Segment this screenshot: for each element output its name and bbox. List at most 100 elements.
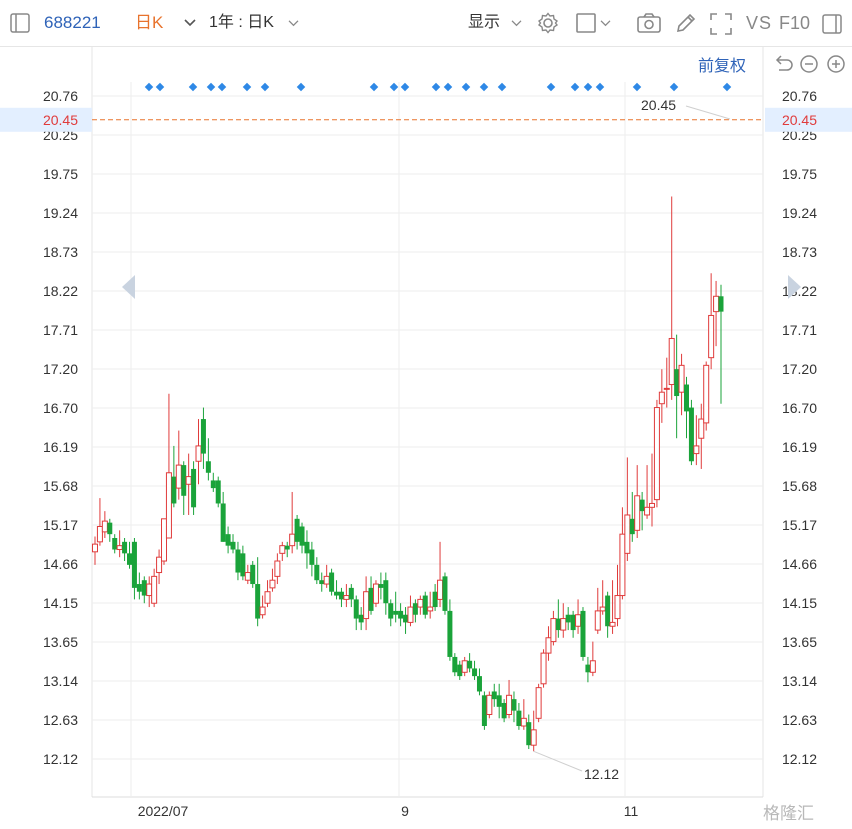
candle-body-down xyxy=(457,664,463,677)
candle-body-down xyxy=(393,610,399,615)
candle-body-down xyxy=(141,580,147,596)
y-tick-label-right: 16.70 xyxy=(782,400,817,416)
candle-body-up xyxy=(599,606,606,612)
candle-body-up xyxy=(101,520,108,533)
candle-body-up xyxy=(165,472,172,539)
candle-body-up xyxy=(589,660,596,673)
candle-body-down xyxy=(131,541,137,588)
y-tick-label-left: 18.22 xyxy=(43,283,78,299)
candle-body-down xyxy=(334,591,340,596)
scroll-right-arrow-icon[interactable] xyxy=(788,275,801,299)
event-marker-icon xyxy=(443,82,453,92)
candle-body-down xyxy=(526,722,532,746)
candle-body-up xyxy=(151,575,158,604)
candle-body-up xyxy=(653,407,660,501)
event-marker-icon xyxy=(431,82,441,92)
candle-body-down xyxy=(629,518,635,535)
candle-body-up xyxy=(619,533,626,597)
candle-body-down xyxy=(220,503,226,542)
candle-body-up xyxy=(461,660,468,673)
candle-body-up xyxy=(146,583,153,597)
candle-body-down xyxy=(565,614,571,623)
candle-body-up xyxy=(708,314,715,359)
candle-body-down xyxy=(171,476,177,504)
y-tick-label-left: 19.24 xyxy=(43,205,78,221)
y-tick-label-left: 13.14 xyxy=(43,673,78,689)
candle-body-down xyxy=(309,549,315,565)
y-tick-label-right: 13.14 xyxy=(782,673,817,689)
scroll-left-arrow-icon[interactable] xyxy=(122,275,135,299)
candle-body-down xyxy=(112,538,118,550)
candle-body-down xyxy=(230,541,236,550)
candle-body-down xyxy=(368,587,374,611)
event-marker-icon xyxy=(242,82,252,92)
y-tick-label-left: 16.19 xyxy=(43,439,78,455)
candle-body-up xyxy=(535,687,542,719)
candle-body-down xyxy=(496,695,502,707)
candle-body-down xyxy=(432,591,438,608)
candle-body-down xyxy=(388,603,394,619)
y-tick-label-left: 19.75 xyxy=(43,166,78,182)
current-price-label-right: 20.45 xyxy=(782,112,817,128)
candle-body-down xyxy=(447,610,453,657)
y-tick-label-right: 14.15 xyxy=(782,595,817,611)
candle-body-up xyxy=(594,610,601,631)
candle-body-up xyxy=(259,606,266,616)
candle-body-down xyxy=(348,587,354,600)
candle-body-down xyxy=(304,541,310,554)
candle-body-down xyxy=(412,603,418,615)
candle-body-up xyxy=(279,545,286,554)
event-marker-icon xyxy=(479,82,489,92)
y-tick-label-left: 20.76 xyxy=(43,88,78,104)
candle-body-down xyxy=(516,710,522,727)
candle-body-down xyxy=(181,465,187,496)
event-marker-icon xyxy=(632,82,642,92)
candle-body-down xyxy=(688,407,694,462)
candlestick-chart[interactable]: 20.76 20.7620.25 20.2519.75 19.7519.24 19.24… xyxy=(0,0,852,829)
high-annotation-label: 20.45 xyxy=(641,97,676,113)
y-tick-label-right: 15.68 xyxy=(782,478,817,494)
y-tick-label-right: 17.71 xyxy=(782,322,817,338)
candle-body-down xyxy=(358,614,364,623)
candle-body-down xyxy=(674,369,680,397)
x-tick-label: 2022/07 xyxy=(138,803,189,819)
y-tick-label-left: 12.63 xyxy=(43,712,78,728)
candle-body-up xyxy=(407,606,414,623)
event-marker-icon xyxy=(217,82,227,92)
candle-body-up xyxy=(624,514,631,554)
y-tick-label-right: 18.73 xyxy=(782,244,817,260)
candle-body-down xyxy=(383,580,389,604)
candle-body-down xyxy=(319,580,325,585)
event-marker-icon xyxy=(669,82,679,92)
candle-body-down xyxy=(718,296,724,312)
candle-body-down xyxy=(191,468,197,508)
candle-body-up xyxy=(545,637,552,654)
event-marker-icon xyxy=(206,82,216,92)
candle-body-up xyxy=(506,694,513,715)
candle-body-up xyxy=(175,464,182,489)
candle-body-down xyxy=(250,564,256,585)
y-tick-label-right: 13.65 xyxy=(782,634,817,650)
event-marker-icon xyxy=(296,82,306,92)
candle-body-down xyxy=(491,691,497,700)
candle-body-down xyxy=(338,591,344,600)
candle-body-down xyxy=(570,614,576,631)
candle-body-up xyxy=(244,572,251,581)
candle-body-down xyxy=(378,584,384,588)
y-tick-label-right: 14.66 xyxy=(782,556,817,572)
candle-body-down xyxy=(127,553,133,565)
y-tick-label-right: 17.20 xyxy=(782,361,817,377)
candle-body-up xyxy=(668,337,675,386)
candle-body-up xyxy=(417,598,424,608)
event-marker-icon xyxy=(260,82,270,92)
candle-body-down xyxy=(403,614,409,623)
y-tick-label-left: 13.65 xyxy=(43,634,78,650)
candle-body-up xyxy=(264,591,271,604)
candle-body-down xyxy=(225,534,231,546)
event-marker-icon xyxy=(389,82,399,92)
event-marker-icon xyxy=(400,82,410,92)
candle-body-down xyxy=(476,676,482,692)
x-tick-label: 11 xyxy=(624,803,639,819)
candle-body-down xyxy=(329,572,335,592)
event-marker-icon xyxy=(595,82,605,92)
